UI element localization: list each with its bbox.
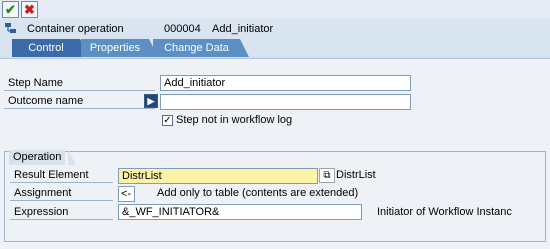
check-icon[interactable]: ✔: [2, 1, 19, 18]
close-icon[interactable]: ✖: [21, 1, 38, 18]
container-operation-icon: [4, 22, 17, 35]
expression-label: Expression: [10, 205, 113, 220]
tab-control[interactable]: Control: [12, 39, 80, 57]
not-in-log-checkbox[interactable]: ✓: [162, 115, 173, 126]
value-help-icon[interactable]: ⧉: [319, 168, 335, 183]
outcome-name-field[interactable]: [160, 94, 411, 110]
toolbar: [0, 0, 550, 19]
step-name-label: Step Name: [4, 76, 155, 91]
result-element-label: Result Element: [10, 168, 113, 183]
assignment-field[interactable]: <-: [118, 186, 135, 202]
expression-desc: Initiator of Workflow Instanc: [377, 206, 512, 218]
not-in-log-label: Step not in workflow log: [176, 114, 293, 126]
header-step-number: 000004: [164, 23, 201, 35]
outcome-name-label: Outcome name: [4, 94, 155, 109]
outcome-name-help-icon[interactable]: ▶: [144, 94, 158, 108]
operation-group-title: Operation: [9, 150, 66, 165]
tab-change-data-edge: [240, 39, 249, 57]
result-element-field[interactable]: DistrList: [118, 168, 318, 184]
assignment-label: Assignment: [10, 186, 113, 201]
assignment-desc: Add only to table (contents are extended…: [157, 187, 359, 199]
step-name-field[interactable]: Add_initiator: [160, 75, 411, 91]
operation-group-title-edge: [68, 150, 76, 165]
header-step-name: Add_initiator: [212, 23, 274, 35]
expression-field[interactable]: &_WF_INITIATOR&: [118, 204, 362, 220]
tab-change-data[interactable]: Change Data: [153, 39, 240, 57]
result-element-desc: DistrList: [336, 169, 376, 181]
header-title: Container operation: [27, 23, 124, 35]
tab-properties[interactable]: Properties: [81, 39, 149, 57]
